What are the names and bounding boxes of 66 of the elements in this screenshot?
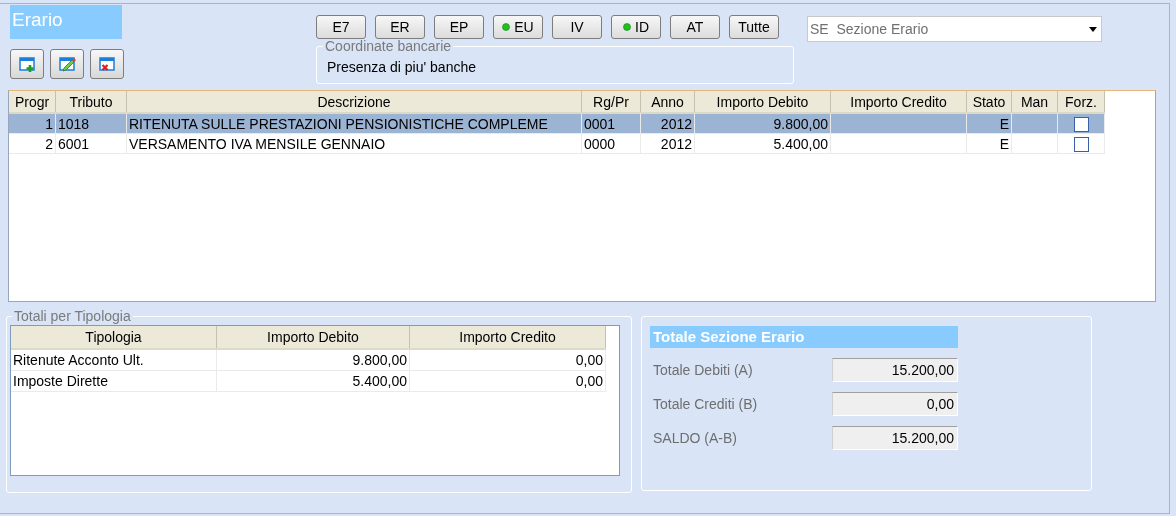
total-field: 15.200,00 bbox=[832, 358, 958, 382]
table-cell: RITENUTA SULLE PRESTAZIONI PENSIONISTICHE COMPLEME bbox=[129, 115, 548, 132]
table-cell: Imposte Dirette bbox=[13, 373, 108, 389]
column-header[interactable]: Importo Credito bbox=[830, 91, 967, 113]
column-header[interactable]: Importo Debito bbox=[694, 91, 831, 113]
column-header[interactable]: Importo Credito bbox=[409, 326, 606, 349]
filter-button[interactable]: IV bbox=[552, 15, 602, 39]
delete-button[interactable] bbox=[90, 49, 124, 79]
table-cell: E bbox=[999, 115, 1009, 132]
table-cell: VERSAMENTO IVA MENSILE GENNAIO bbox=[129, 135, 386, 152]
total-label: Totale Debiti (A) bbox=[653, 362, 753, 378]
bank-note: Presenza di piu' banche bbox=[327, 59, 476, 75]
column-header[interactable]: Stato bbox=[966, 91, 1012, 113]
filter-button[interactable]: Tutte bbox=[729, 15, 779, 39]
group-title: Totali per Tipologia bbox=[13, 308, 132, 324]
table-cell: 2012 bbox=[660, 135, 692, 152]
table-cell: 9.800,00 bbox=[352, 352, 407, 368]
table-cell: Ritenute Acconto Ult. bbox=[13, 352, 144, 368]
column-header[interactable]: Importo Debito bbox=[216, 326, 410, 349]
table-cell: 5.400,00 bbox=[773, 135, 828, 152]
filter-button[interactable]: ER bbox=[375, 15, 425, 39]
column-header[interactable]: Tipologia bbox=[11, 326, 217, 349]
column-header[interactable]: Forz. bbox=[1057, 91, 1105, 113]
column-header[interactable]: Rg/Pr bbox=[581, 91, 641, 113]
edit-button[interactable] bbox=[50, 49, 84, 79]
table-cell: 0,00 bbox=[575, 373, 603, 389]
status-dot-icon bbox=[623, 23, 631, 31]
table-cell: 0,00 bbox=[575, 352, 603, 368]
total-field: 15.200,00 bbox=[832, 426, 958, 450]
add-window-icon bbox=[18, 55, 36, 73]
table-row[interactable]: 1 1018 RITENUTA SULLE PRESTAZIONI PENSIONISTICHE COMPLEME 0001 2012 9.800,00 E bbox=[9, 113, 1109, 134]
column-header[interactable]: Tributo bbox=[55, 91, 127, 113]
table-cell: E bbox=[999, 135, 1009, 152]
panel-title: Totale Sezione Erario bbox=[650, 326, 958, 348]
table-cell: 5.400,00 bbox=[352, 373, 407, 389]
total-label: Totale Crediti (B) bbox=[653, 396, 758, 412]
filter-button[interactable]: AT bbox=[670, 15, 720, 39]
column-header[interactable]: Man bbox=[1011, 91, 1058, 113]
delete-window-icon bbox=[98, 55, 116, 73]
column-header[interactable]: Anno bbox=[640, 91, 695, 113]
section-title: Erario bbox=[10, 5, 122, 39]
total-label: SALDO (A-B) bbox=[653, 430, 737, 446]
filter-button[interactable]: ID bbox=[611, 15, 661, 39]
section-dropdown[interactable]: SE Sezione Erario bbox=[807, 16, 1102, 42]
group-title: Coordinate bancarie bbox=[323, 39, 454, 53]
filter-button[interactable]: E7 bbox=[316, 15, 366, 39]
filter-button[interactable]: EU bbox=[493, 15, 543, 39]
total-field: 0,00 bbox=[832, 392, 958, 416]
checkbox[interactable] bbox=[1073, 136, 1089, 152]
column-header[interactable]: Descrizione bbox=[126, 91, 582, 113]
table-cell: 0001 bbox=[584, 115, 616, 132]
table-cell: 9.800,00 bbox=[773, 115, 828, 132]
table-cell: 1 bbox=[45, 115, 53, 132]
edit-window-icon bbox=[58, 55, 76, 73]
column-header[interactable]: Progr bbox=[9, 91, 56, 113]
table-row[interactable]: 2 6001 VERSAMENTO IVA MENSILE GENNAIO 0000 2012 5.400,00 E bbox=[9, 133, 1109, 154]
table-cell: 2 bbox=[45, 135, 53, 152]
dropdown-arrow-icon bbox=[1089, 26, 1097, 32]
table-cell: 1018 bbox=[58, 115, 90, 132]
checkbox[interactable] bbox=[1073, 116, 1089, 132]
table-cell: 6001 bbox=[58, 135, 90, 152]
table-cell: 0000 bbox=[584, 135, 616, 152]
table-cell: 2012 bbox=[660, 115, 692, 132]
filter-button[interactable]: EP bbox=[434, 15, 484, 39]
status-dot-icon bbox=[502, 23, 511, 31]
add-button[interactable] bbox=[10, 49, 44, 79]
